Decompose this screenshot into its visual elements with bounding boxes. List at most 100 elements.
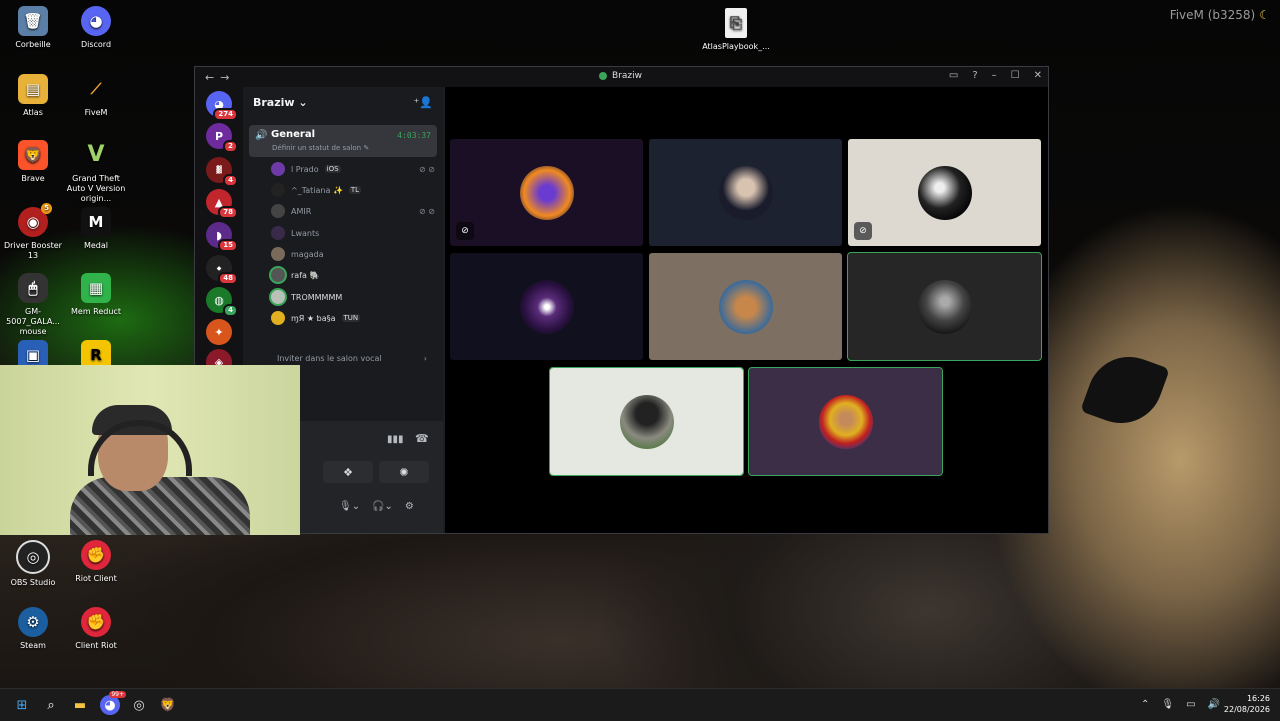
activities-button[interactable]: ❖ <box>323 461 373 483</box>
member-tag: TUN <box>341 314 361 322</box>
desktop-icon-mem-reduct[interactable]: ▦ Mem Reduct <box>63 273 129 317</box>
add-member-icon[interactable]: ⁺👤 <box>413 96 433 109</box>
participant-tile[interactable] <box>649 253 842 360</box>
volume-icon[interactable]: 🔊 <box>1208 699 1220 710</box>
search-icon[interactable]: ⌕ <box>41 695 61 715</box>
microphone-icon[interactable]: 🎙⌄ <box>339 501 360 512</box>
desktop-icon-steam[interactable]: ⚙ Steam <box>0 607 66 651</box>
discord-taskbar-icon[interactable]: ◕ 99+ <box>100 691 126 715</box>
participant-tile[interactable]: ⊘ <box>848 139 1041 246</box>
participant-tile-speaking[interactable] <box>847 252 1042 361</box>
window-title: Braziw <box>599 71 642 81</box>
avatar <box>271 311 285 325</box>
discord-notification-badge: 99+ <box>109 691 126 698</box>
discord-titlebar: ←→ Braziw ▭ ? – ☐ ✕ <box>195 67 1048 87</box>
voice-member[interactable]: magada <box>271 245 435 263</box>
participant-tile-speaking[interactable] <box>748 367 943 476</box>
headphones-icon[interactable]: 🎧⌄ <box>372 501 393 512</box>
desktop-icon-atlas-playbook[interactable]: ⎘ AtlasPlaybook_... <box>702 8 770 52</box>
desktop-icon-obs[interactable]: ◎ OBS Studio <box>0 540 66 588</box>
chevron-right-icon: › <box>423 354 427 363</box>
taskbar: ⊞ ⌕ ▬ ◕ 99+ ◎ 🦁 ⌃ 🎙 ▭ 🔊 16:26 22/08/2026 <box>0 688 1280 721</box>
invite-to-voice-link[interactable]: Inviter dans le salon vocal › <box>277 354 427 363</box>
inbox-icon[interactable]: ▭ <box>949 70 958 81</box>
network-icon[interactable]: ▭ <box>1186 699 1195 710</box>
microphone-icon[interactable]: 🎙 <box>1161 699 1174 710</box>
server-icon-7[interactable]: ✦ <box>206 319 232 345</box>
file-icon: ⎘ <box>725 8 747 38</box>
server-icon-2[interactable]: ▓ 4 <box>206 157 238 187</box>
help-icon[interactable]: ? <box>972 70 977 81</box>
start-button[interactable]: ⊞ <box>12 695 32 715</box>
close-button[interactable]: ✕ <box>1034 70 1042 81</box>
desktop-icon-mouse[interactable]: 🖱 GM-5007_GALA... mouse <box>0 273 66 337</box>
discord-icon: ◕ <box>81 6 111 36</box>
desktop-icon-discord[interactable]: ◕ Discord <box>63 6 129 50</box>
brave-icon: 🦁 <box>18 140 48 170</box>
file-explorer-icon[interactable]: ▬ <box>70 695 90 715</box>
desktop-icon-atlas[interactable]: ▤ Atlas <box>0 74 66 118</box>
server-icon-3[interactable]: ▲ 78 <box>206 189 238 219</box>
desktop-icon-corbeille[interactable]: 🗑 Corbeille <box>0 6 66 50</box>
soundboard-button[interactable]: ✺ <box>379 461 429 483</box>
soundboard-icon[interactable]: ▮▮▮ <box>387 434 404 445</box>
riot-icon: ✊ <box>81 540 111 570</box>
desktop-icon-gta[interactable]: V Grand Theft Auto V Version origin... <box>63 140 129 204</box>
participant-tile[interactable] <box>450 253 643 360</box>
server-icon-5[interactable]: ◆ 48 <box>206 255 238 285</box>
voice-member[interactable]: ^_Tatiana ✨ TL <box>271 181 435 199</box>
clock[interactable]: 16:26 22/08/2026 <box>1224 693 1270 715</box>
channel-timer: 4:03:37 <box>397 131 431 140</box>
driver-booster-badge: 5 <box>41 203 52 214</box>
participant-tile[interactable]: ⊘ <box>450 139 643 246</box>
disconnect-icon[interactable]: ☎ <box>415 432 429 445</box>
server-name-header[interactable]: Braziw ⌄ <box>253 96 308 109</box>
driver-booster-icon: ◉ 5 <box>18 203 52 237</box>
avatar <box>271 226 285 240</box>
voice-member[interactable]: ɱЯ ★ ƅa§a TUN <box>271 309 435 327</box>
voice-member[interactable]: Lwants <box>271 224 435 242</box>
desktop-icon-client-riot[interactable]: ✊ Client Riot <box>63 607 129 651</box>
mute-deafen-icons: ⊘ ⊘ <box>419 206 435 216</box>
obs-taskbar-icon[interactable]: ◎ <box>129 695 149 715</box>
participant-avatar <box>917 165 972 220</box>
desktop-icon-driver-booster[interactable]: ◉ 5 Driver Booster 13 <box>0 203 66 261</box>
settings-gear-icon[interactable]: ⚙ <box>405 501 414 512</box>
deafened-icon: ⊘ <box>456 222 474 240</box>
participant-tile-speaking[interactable] <box>549 367 744 476</box>
system-tray: ⌃ 🎙 ▭ 🔊 <box>1141 699 1220 710</box>
desktop-icon-riot-client[interactable]: ✊ Riot Client <box>63 540 129 584</box>
mem-reduct-icon: ▦ <box>81 273 111 303</box>
minimize-button[interactable]: – <box>992 70 997 81</box>
member-tag: iOS <box>324 165 341 173</box>
brave-taskbar-icon[interactable]: 🦁 <box>158 695 178 715</box>
webcam-person-shirt <box>70 477 250 535</box>
deafened-icon: ⊘ <box>854 222 872 240</box>
avatar <box>271 183 285 197</box>
wallpaper-horn <box>1080 345 1170 435</box>
server-icon-6[interactable]: ◍ 4 <box>206 287 238 317</box>
participant-tile[interactable] <box>649 139 842 246</box>
desktop-icon-fivem[interactable]: ⟋ FiveM <box>63 74 129 118</box>
chevron-up-icon[interactable]: ⌃ <box>1141 699 1149 710</box>
voice-member[interactable]: l Prado iOS ⊘ ⊘ <box>271 160 435 178</box>
desktop-icon-brave[interactable]: 🦁 Brave <box>0 140 66 184</box>
maximize-button[interactable]: ☐ <box>1011 70 1020 81</box>
participant-avatar <box>718 279 773 334</box>
avatar <box>271 290 285 304</box>
server-icon-4[interactable]: ◗ 15 <box>206 222 238 252</box>
home-button[interactable]: ◕ 274 <box>206 91 238 121</box>
channel-status-placeholder[interactable]: Définir un statut de salon ✎ <box>272 144 369 152</box>
back-forward-arrows[interactable]: ←→ <box>205 71 235 84</box>
recycle-bin-icon: 🗑 <box>18 6 48 36</box>
voice-channel-general[interactable]: 🔊 General 4:03:37 Définir un statut de s… <box>249 125 437 157</box>
server-icon <box>599 72 607 80</box>
webcam-overlay <box>0 365 300 535</box>
fivem-watermark: FiveM (b3258) ☾ <box>1169 8 1270 22</box>
voice-member[interactable]: TROMMMMM <box>271 288 435 306</box>
voice-member[interactable]: AMIR ⊘ ⊘ <box>271 202 435 220</box>
server-icon-1[interactable]: P2 <box>206 123 238 153</box>
voice-member[interactable]: rafa 🐘 <box>271 266 435 284</box>
avatar <box>271 247 285 261</box>
desktop-icon-medal[interactable]: M Medal <box>63 207 129 251</box>
